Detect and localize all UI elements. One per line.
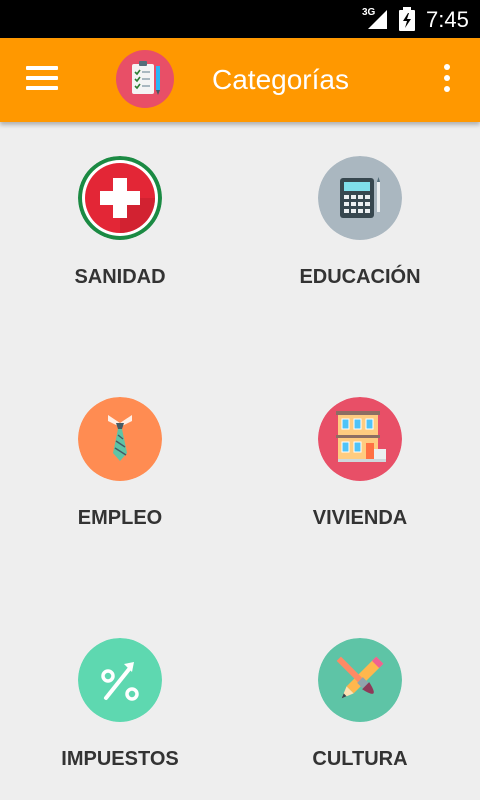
percent-icon — [78, 638, 162, 722]
category-label: IMPUESTOS — [61, 748, 179, 770]
category-sanidad[interactable]: SANIDAD — [20, 156, 220, 316]
category-vivienda[interactable]: VIVIENDA — [260, 397, 460, 557]
category-label: EMPLEO — [77, 507, 163, 529]
category-label: CULTURA — [312, 748, 408, 770]
paintbrush-pencil-icon — [318, 638, 402, 722]
category-impuestos[interactable]: IMPUESTOS — [20, 638, 220, 798]
necktie-icon — [78, 397, 162, 481]
more-vert-icon[interactable] — [434, 64, 460, 98]
building-icon — [318, 397, 402, 481]
category-label: VIVIENDA — [312, 507, 408, 529]
app-bar: Categorías — [0, 38, 480, 122]
signal-icon — [368, 10, 387, 29]
battery-icon — [399, 7, 415, 31]
hamburger-menu-icon[interactable] — [22, 66, 62, 96]
category-cultura[interactable]: CULTURA — [260, 638, 460, 798]
page-title: Categorías — [212, 64, 349, 95]
medical-cross-icon — [78, 156, 162, 240]
status-clock: 7:45 — [426, 7, 469, 32]
category-grid: SANIDAD EDUCACIÓN EMPLEO VIVIENDA IMPUES… — [0, 122, 480, 800]
category-label: SANIDAD — [74, 266, 166, 288]
status-bar: 3G 7:45 — [0, 0, 480, 38]
calculator-icon — [318, 156, 402, 240]
category-empleo[interactable]: EMPLEO — [20, 397, 220, 557]
category-educacion[interactable]: EDUCACIÓN — [260, 156, 460, 316]
category-label: EDUCACIÓN — [299, 266, 421, 288]
clipboard-checklist-icon — [116, 50, 174, 108]
